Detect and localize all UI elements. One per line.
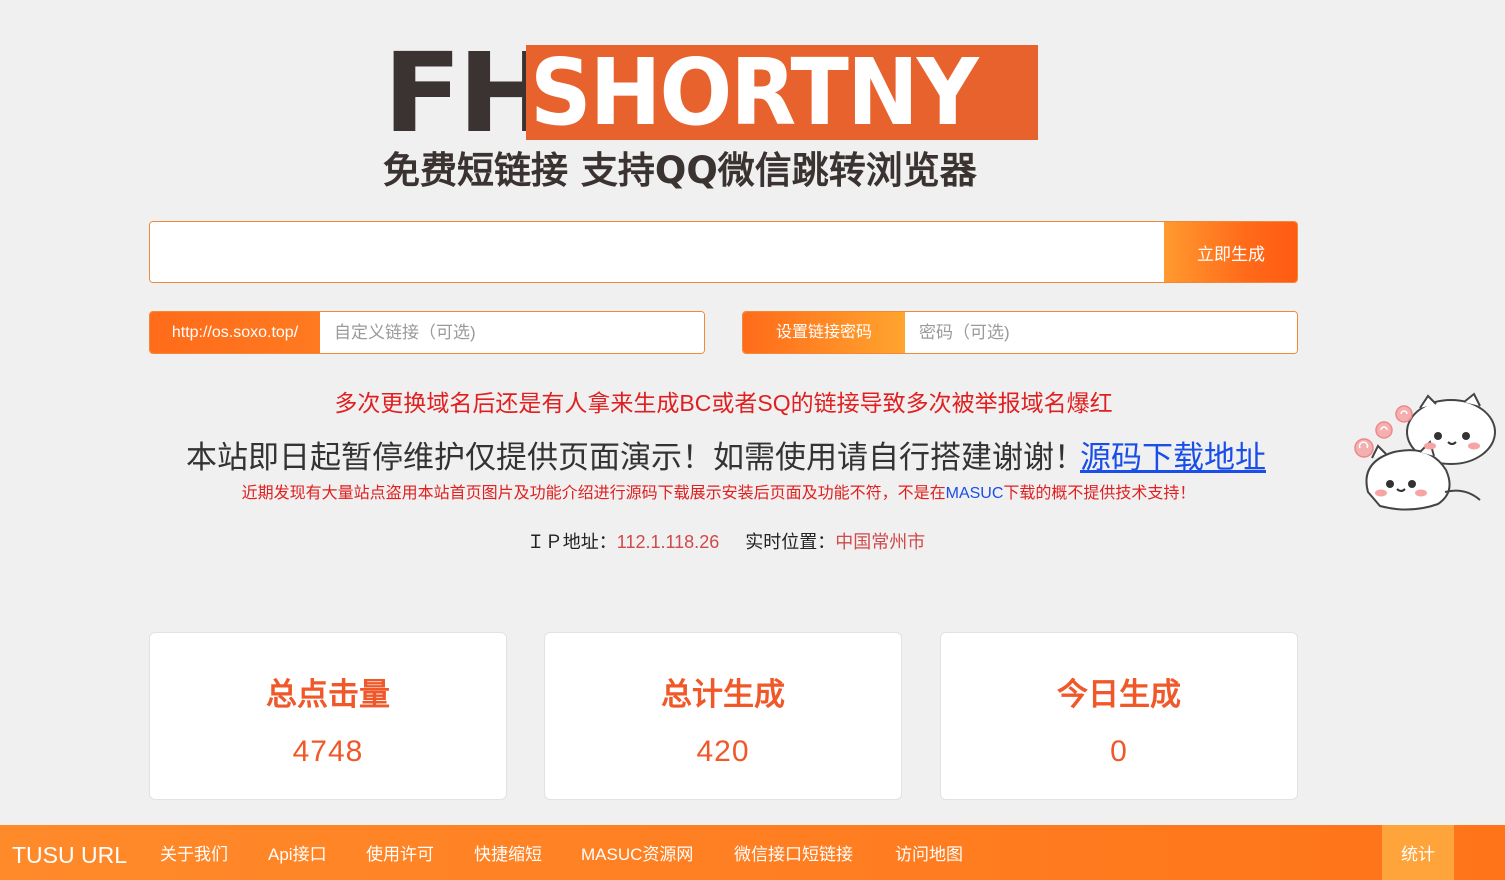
stat-value: 420	[696, 735, 750, 768]
nav-stats-button[interactable]: 统计	[1382, 825, 1454, 880]
location-label: 实时位置：	[745, 532, 836, 552]
stat-title: 今日生成	[1057, 677, 1181, 712]
stat-title: 总点击量	[266, 677, 390, 712]
custom-link-prefix: http://os.soxo.top/	[150, 312, 320, 353]
piracy-notice-text: 近期发现有大量站点盗用本站首页图片及功能介绍进行源码下载展示安装后页面及功能不符…	[241, 485, 946, 502]
domain-warning-notice: 多次更换域名后还是有人拿来生成BC或者SQ的链接导致多次被举报域名爆红	[334, 390, 1113, 416]
nav-item-quick-shorten[interactable]: 快捷缩短	[474, 825, 542, 880]
ip-value: 112.1.118.26	[616, 532, 720, 552]
nav-item-wechat-api[interactable]: 微信接口短链接	[734, 825, 853, 880]
stat-card-today-generated: 今日生成 0	[940, 632, 1298, 800]
generate-button[interactable]: 立即生成	[1164, 222, 1297, 282]
stat-card-total-clicks: 总点击量 4748	[149, 632, 507, 800]
logo-wordmark: FH SHORTNY	[383, 29, 1039, 157]
piracy-notice: 近期发现有大量站点盗用本站首页图片及功能介绍进行源码下载展示安装后页面及功能不符…	[0, 483, 1437, 505]
site-logo: FH SHORTNY 免费短链接 支持QQ微信跳转浏览器	[383, 29, 1039, 194]
logo-mark-fh: FH	[383, 29, 554, 157]
stat-card-total-generated: 总计生成 420	[544, 632, 902, 800]
long-url-input[interactable]	[150, 222, 1164, 282]
url-input-group: 立即生成	[149, 221, 1298, 283]
custom-link-group: http://os.soxo.top/	[149, 311, 705, 354]
cat-mascot-icon	[1350, 392, 1505, 517]
maintenance-notice: 本站即日起暂停维护仅提供页面演示！如需使用请自行搭建谢谢！	[186, 440, 1085, 475]
piracy-notice-tail: 下载的概不提供技术支持！	[1003, 485, 1196, 502]
logo-mark-shortny: SHORTNY	[530, 45, 979, 140]
logo-mark-box: SHORTNY	[526, 45, 1038, 140]
password-label: 设置链接密码	[743, 312, 905, 353]
custom-link-input[interactable]	[320, 312, 704, 353]
stat-value: 4748	[292, 735, 364, 768]
stat-title: 总计生成	[661, 677, 785, 712]
ip-label: ＩＰ地址：	[526, 532, 617, 552]
password-group: 设置链接密码	[742, 311, 1298, 354]
password-input[interactable]	[905, 312, 1297, 353]
visitor-info: ＩＰ地址：112.1.118.26 实时位置：中国常州市	[0, 528, 1452, 556]
nav-item-license[interactable]: 使用许可	[366, 825, 434, 880]
bottom-navbar: TUSU URL 关于我们 Api接口 使用许可 快捷缩短 MASUC资源网 微…	[0, 825, 1505, 880]
piracy-notice-brand: MASUC	[945, 485, 1004, 502]
source-download-link[interactable]: 源码下载地址	[1080, 436, 1266, 480]
nav-brand[interactable]: TUSU URL	[12, 825, 127, 880]
nav-item-api[interactable]: Api接口	[268, 825, 327, 880]
nav-item-visit-map[interactable]: 访问地图	[895, 825, 963, 880]
nav-item-about[interactable]: 关于我们	[160, 825, 228, 880]
location-value: 中国常州市	[835, 532, 926, 552]
logo-slogan: 免费短链接 支持QQ微信跳转浏览器	[383, 149, 977, 192]
nav-item-masuc[interactable]: MASUC资源网	[581, 825, 693, 880]
stat-value: 0	[1110, 735, 1128, 768]
